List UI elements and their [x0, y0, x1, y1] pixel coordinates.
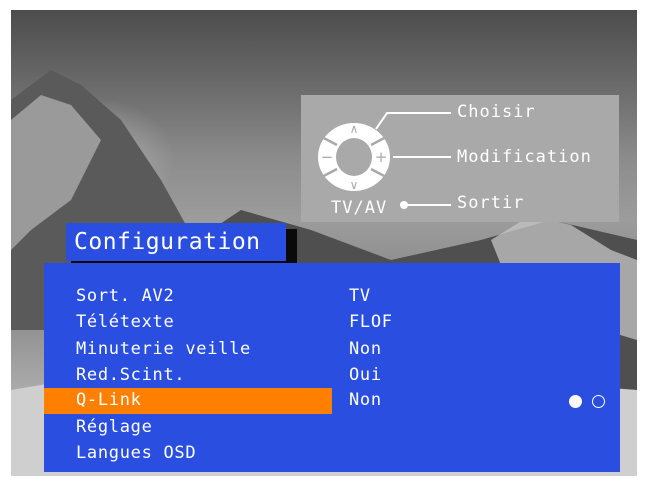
menu-item-minuterie-veille[interactable]: Minuterie veille Non — [44, 336, 620, 362]
menu-item-value: Oui — [349, 365, 382, 385]
menu-item-label: Q-Link — [76, 390, 142, 410]
settings-menu: Sort. AV2 TV Télétexte FLOF Minuterie ve… — [44, 263, 620, 472]
menu-item-label: Sort. AV2 — [76, 286, 175, 306]
exit-label: Sortir — [457, 193, 525, 213]
menu-item-value: FLOF — [349, 312, 393, 332]
modify-label: Modification — [457, 147, 592, 167]
svg-text:−: − — [321, 148, 334, 166]
svg-text:∧: ∧ — [350, 122, 359, 136]
menu-item-sort-av2[interactable]: Sort. AV2 TV — [44, 283, 620, 309]
svg-text:∨: ∨ — [350, 178, 359, 192]
page-indicator-dot — [592, 395, 605, 408]
menu-item-value: TV — [349, 286, 371, 306]
menu-item-value: Non — [349, 339, 382, 359]
menu-title: Configuration — [66, 223, 286, 261]
menu-item-label: Réglage — [76, 417, 153, 437]
menu-item-reglage[interactable]: Réglage — [44, 414, 620, 440]
remote-control-legend: ∧ ∨ − + Choisir Modification Sortir TV/A… — [301, 95, 619, 222]
menu-item-teletexte[interactable]: Télétexte FLOF — [44, 309, 620, 335]
page-indicator-current-dot — [569, 395, 582, 408]
choose-label: Choisir — [457, 102, 536, 122]
menu-item-langues-osd[interactable]: Langues OSD — [44, 440, 620, 466]
menu-item-label: Minuterie veille — [76, 339, 251, 359]
tv-av-label: TV/AV — [331, 198, 388, 218]
menu-item-red-scint[interactable]: Red.Scint. Oui — [44, 362, 620, 388]
menu-item-label: Télétexte — [76, 312, 175, 332]
menu-item-label: Red.Scint. — [76, 365, 186, 385]
menu-item-label: Langues OSD — [76, 443, 197, 463]
menu-item-value: Non — [349, 390, 382, 410]
menu-item-q-link[interactable]: Q-Link Non — [44, 387, 620, 414]
svg-text:+: + — [375, 148, 388, 166]
